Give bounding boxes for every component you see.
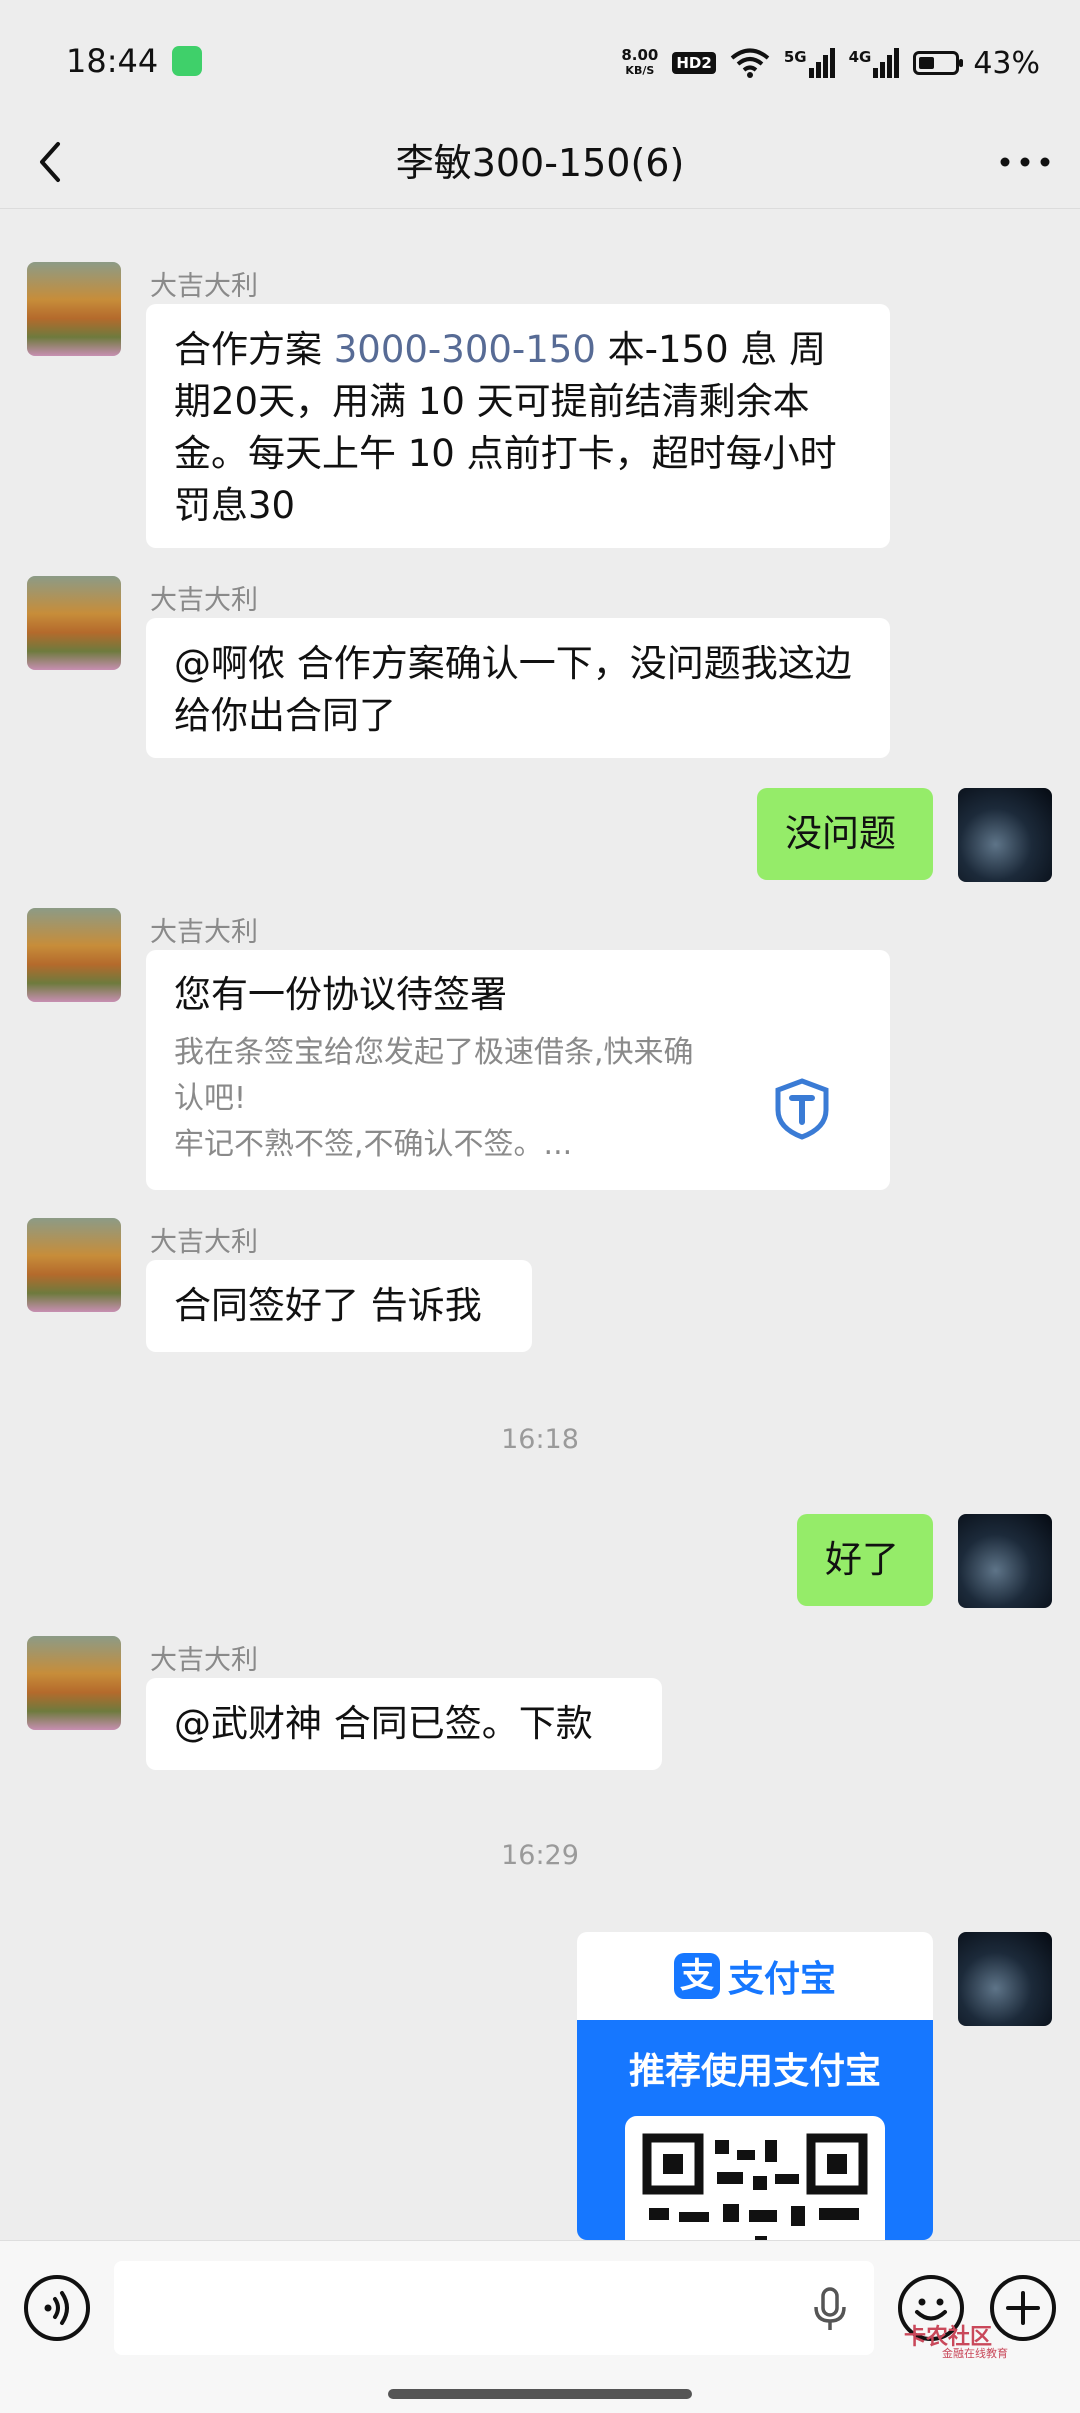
more-dots-icon xyxy=(1000,157,1050,167)
sender-avatar[interactable] xyxy=(27,908,121,1002)
mic-icon xyxy=(814,2287,846,2330)
more-button[interactable] xyxy=(990,130,1060,194)
mic-button[interactable] xyxy=(810,2287,850,2337)
alipay-body: 推荐使用支付宝 xyxy=(577,2020,933,2240)
message-bubble[interactable]: @啊侬 合作方案确认一下，没问题我这边给你出合同了 xyxy=(146,618,890,758)
sender-avatar[interactable] xyxy=(27,1636,121,1730)
my-avatar[interactable] xyxy=(958,788,1052,882)
input-bar: 卡农社区 金融在线教育 xyxy=(0,2240,1080,2413)
battery-level xyxy=(919,57,935,69)
alipay-brand: 支付宝 xyxy=(727,1959,836,2000)
sender-name: 大吉大利 xyxy=(150,1227,258,1258)
timestamp: 16:18 xyxy=(501,1424,579,1455)
sender-name: 大吉大利 xyxy=(150,917,258,948)
more-functions-button[interactable] xyxy=(990,2275,1056,2341)
alipay-qr-card[interactable]: 支 支付宝 推荐使用支付宝 xyxy=(577,1932,933,2240)
message-bubble[interactable]: 合作方案 3000-300-150 本-150 息 周期20天，用满 10 天可… xyxy=(146,304,890,548)
signal-5g-icon: 5G xyxy=(784,48,835,78)
voice-icon xyxy=(44,2291,69,2325)
shield-logo-icon xyxy=(775,1078,829,1140)
alipay-header: 支 支付宝 xyxy=(577,1932,933,2020)
app-notification-icon xyxy=(172,46,202,76)
qr-code-icon xyxy=(642,2133,868,2240)
sender-name: 大吉大利 xyxy=(150,585,258,616)
network-speed: 8.00 KB/S xyxy=(621,46,659,77)
chat-title: 李敏300-150(6) xyxy=(395,141,685,185)
home-indicator[interactable] xyxy=(388,2389,692,2399)
chat-header: 李敏300-150(6) xyxy=(0,120,1080,209)
status-icons: 8.00 KB/S HD2 5G 4G 43% xyxy=(621,38,1040,88)
card-description: 我在条签宝给您发起了极速借条,快来确认吧! 牢记不熟不签,不确认不签。... xyxy=(174,1035,694,1162)
status-time: 18:44 xyxy=(66,42,159,80)
alipay-recommend-text: 推荐使用支付宝 xyxy=(628,2051,881,2092)
timestamp: 16:29 xyxy=(501,1840,579,1871)
watermark-sub: 金融在线教育 xyxy=(942,2347,1008,2360)
battery-icon xyxy=(913,51,964,75)
signal-4g-icon: 4G xyxy=(849,48,900,78)
my-avatar[interactable] xyxy=(958,1514,1052,1608)
contract-card[interactable]: 您有一份协议待签署 我在条签宝给您发起了极速借条,快来确认吧! 牢记不熟不签,不… xyxy=(146,950,890,1190)
sender-avatar[interactable] xyxy=(27,576,121,670)
battery-percent: 43% xyxy=(973,45,1040,81)
voice-button[interactable] xyxy=(24,2275,90,2341)
sender-name: 大吉大利 xyxy=(150,1645,258,1676)
qr-code[interactable] xyxy=(625,2116,885,2240)
alipay-logo-icon: 支 xyxy=(673,1953,720,1999)
message-link[interactable]: 3000-300-150 xyxy=(334,328,596,371)
card-title: 您有一份协议待签署 xyxy=(174,973,507,1016)
plus-icon xyxy=(1006,2291,1040,2325)
sender-avatar[interactable] xyxy=(27,1218,121,1312)
my-avatar[interactable] xyxy=(958,1932,1052,2026)
my-message-bubble[interactable]: 没问题 xyxy=(757,788,933,880)
my-message-bubble[interactable]: 好了 xyxy=(797,1514,933,1606)
sender-avatar[interactable] xyxy=(27,262,121,356)
hd-badge: HD2 xyxy=(672,52,716,74)
sender-name: 大吉大利 xyxy=(150,271,258,302)
message-bubble[interactable]: 合同签好了 告诉我 xyxy=(146,1260,532,1352)
message-input[interactable] xyxy=(114,2261,874,2355)
status-bar: 18:44 8.00 KB/S HD2 5G 4G 43% xyxy=(0,0,1080,120)
message-bubble[interactable]: @武财神 合同已签。下款 xyxy=(146,1678,662,1770)
wifi-icon xyxy=(730,48,770,78)
